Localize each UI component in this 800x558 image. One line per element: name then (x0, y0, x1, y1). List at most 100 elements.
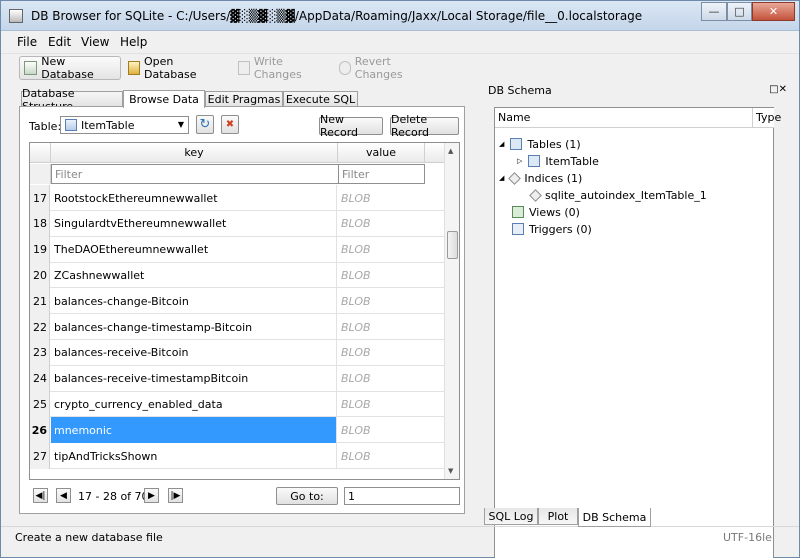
key-cell[interactable]: RootstockEthereumnewwallet (51, 185, 337, 211)
table-row[interactable]: 25 crypto_currency_enabled_data BLOB (30, 391, 445, 418)
menu-edit[interactable]: Edit (48, 35, 71, 49)
table-row[interactable]: 22 balances-change-timestamp-Bitcoin BLOB (30, 314, 445, 340)
row-number[interactable]: 27 (30, 443, 50, 469)
value-cell[interactable]: BLOB (338, 340, 425, 366)
key-cell[interactable]: balances-receive-Bitcoin (51, 339, 337, 366)
tab-execute-sql[interactable]: Execute SQL (283, 91, 358, 107)
key-cell[interactable]: crypto_currency_enabled_data (51, 391, 337, 418)
row-number[interactable]: 26 (30, 417, 50, 444)
row-number[interactable]: 18 (30, 210, 50, 237)
clear-filters-button[interactable]: ✖ (221, 115, 239, 134)
tab-plot[interactable]: Plot (538, 508, 578, 525)
tab-edit-pragmas[interactable]: Edit Pragmas (205, 91, 283, 107)
value-filter-input[interactable]: Filter (338, 164, 425, 184)
next-page-button[interactable]: ▶ (144, 488, 159, 503)
key-cell[interactable]: ZCashnewwallet (51, 262, 337, 289)
tree-node-autoindex[interactable]: sqlite_autoindex_ItemTable_1 (529, 187, 707, 203)
tree-node-tables[interactable]: ◢ Tables (1) (499, 136, 581, 152)
scroll-up-arrow[interactable]: ▲ (448, 147, 453, 155)
float-pane-icon[interactable]: □✕ (769, 84, 787, 95)
tree-node-indices[interactable]: ◢ Indices (1) (499, 170, 582, 186)
tab-browse-data[interactable]: Browse Data (123, 90, 205, 108)
name-column-header[interactable]: Name (495, 108, 753, 128)
table-row[interactable]: 19 TheDAOEthereumnewwallet BLOB (30, 236, 445, 263)
tab-db-schema[interactable]: DB Schema (578, 508, 651, 527)
maximize-button[interactable]: □ (727, 2, 752, 21)
row-number[interactable]: 19 (30, 236, 50, 263)
close-button[interactable]: ✕ (752, 2, 795, 21)
key-cell[interactable]: balances-receive-timestampBitcoin (51, 365, 337, 392)
value-cell[interactable]: BLOB (338, 314, 425, 340)
key-cell[interactable]: TheDAOEthereumnewwallet (51, 236, 337, 263)
key-cell[interactable]: mnemonic (51, 417, 337, 444)
row-number[interactable]: 24 (30, 365, 50, 392)
table-row[interactable]: 24 balances-receive-timestampBitcoin BLOB (30, 365, 445, 392)
open-database-button[interactable]: Open Database (124, 55, 219, 81)
grid-corner (30, 143, 51, 163)
refresh-button[interactable]: ↻ (196, 115, 214, 134)
collapse-arrow-icon: ◢ (499, 140, 505, 148)
row-number[interactable]: 22 (30, 314, 50, 340)
value-cell[interactable]: BLOB (338, 262, 425, 288)
scroll-thumb[interactable] (447, 231, 458, 259)
go-to-input[interactable]: 1 (344, 487, 460, 505)
table-row[interactable]: 23 balances-receive-Bitcoin BLOB (30, 339, 445, 366)
scroll-down-arrow[interactable]: ▼ (448, 467, 453, 475)
grid-scrollbar[interactable]: ▲ ▼ (444, 143, 459, 479)
table-row[interactable]: 21 balances-change-Bitcoin BLOB (30, 288, 445, 315)
tree-node-triggers[interactable]: Triggers (0) (512, 221, 592, 237)
key-cell[interactable]: balances-change-Bitcoin (51, 288, 337, 315)
value-cell[interactable]: BLOB (338, 288, 425, 314)
key-cell[interactable]: SingulardtvEthereumnewwallet (51, 210, 337, 237)
prev-page-button[interactable]: ◀ (56, 488, 71, 503)
tab-database-structure[interactable]: Database Structure (21, 87, 123, 113)
refresh-icon: ↻ (199, 117, 211, 132)
key-cell[interactable]: balances-change-timestamp-Bitcoin (51, 314, 337, 340)
menu-file[interactable]: File (17, 35, 37, 49)
menu-view[interactable]: View (81, 35, 109, 49)
table-row[interactable]: 20 ZCashnewwallet BLOB (30, 262, 445, 289)
menu-help[interactable]: Help (120, 35, 147, 49)
row-number[interactable]: 17 (30, 185, 50, 211)
key-cell[interactable]: tipAndTricksShown (51, 443, 337, 469)
undo-icon (339, 61, 351, 75)
table-row[interactable]: 27 tipAndTricksShown BLOB (30, 443, 445, 469)
value-cell[interactable]: BLOB (338, 443, 425, 469)
chevron-down-icon: ▼ (177, 120, 184, 129)
row-number[interactable]: 23 (30, 339, 50, 366)
new-record-button[interactable]: New Record (319, 113, 383, 139)
value-cell[interactable]: BLOB (338, 391, 425, 417)
tab-sql-log[interactable]: SQL Log (484, 508, 538, 525)
autoindex-label: sqlite_autoindex_ItemTable_1 (545, 188, 707, 202)
value-cell[interactable]: BLOB (338, 185, 425, 211)
expand-arrow-icon: ▷ (517, 157, 523, 165)
value-cell[interactable]: BLOB (338, 237, 425, 263)
revert-changes-label: Revert Changes (354, 55, 403, 81)
value-cell[interactable]: BLOB (338, 366, 425, 392)
pencil-icon (238, 61, 250, 75)
table-row[interactable]: 17 RootstockEthereumnewwallet BLOB (30, 185, 445, 211)
value-cell[interactable]: BLOB (338, 417, 425, 443)
tree-node-views[interactable]: Views (0) (512, 204, 580, 220)
table-row[interactable]: 26 mnemonic BLOB (30, 417, 445, 444)
row-number[interactable]: 25 (30, 391, 50, 418)
column-header-value[interactable]: value (338, 143, 425, 163)
new-database-button[interactable]: New Database (19, 55, 121, 81)
go-to-button[interactable]: Go to: (276, 487, 338, 505)
minimize-button[interactable]: — (701, 2, 727, 21)
type-column-header[interactable]: Type (753, 108, 781, 128)
row-number[interactable]: 20 (30, 262, 50, 289)
tree-node-itemtable[interactable]: ▷ ItemTable (517, 153, 599, 169)
last-page-button[interactable]: |▶ (168, 488, 183, 503)
table-select[interactable]: ItemTable ▼ (60, 116, 189, 134)
column-header-key[interactable]: key (51, 143, 338, 163)
value-cell[interactable]: BLOB (338, 211, 425, 237)
write-changes-button[interactable]: Write Changes (234, 55, 324, 81)
table-row[interactable]: 18 SingulardtvEthereumnewwallet BLOB (30, 210, 445, 237)
first-page-button[interactable]: ◀| (33, 488, 48, 503)
row-number[interactable]: 21 (30, 288, 50, 315)
delete-record-button[interactable]: Delete Record (390, 113, 459, 139)
revert-changes-button[interactable]: Revert Changes (335, 55, 430, 81)
key-filter-input[interactable]: Filter (51, 164, 339, 184)
clear-filter-icon: ✖ (225, 119, 235, 130)
